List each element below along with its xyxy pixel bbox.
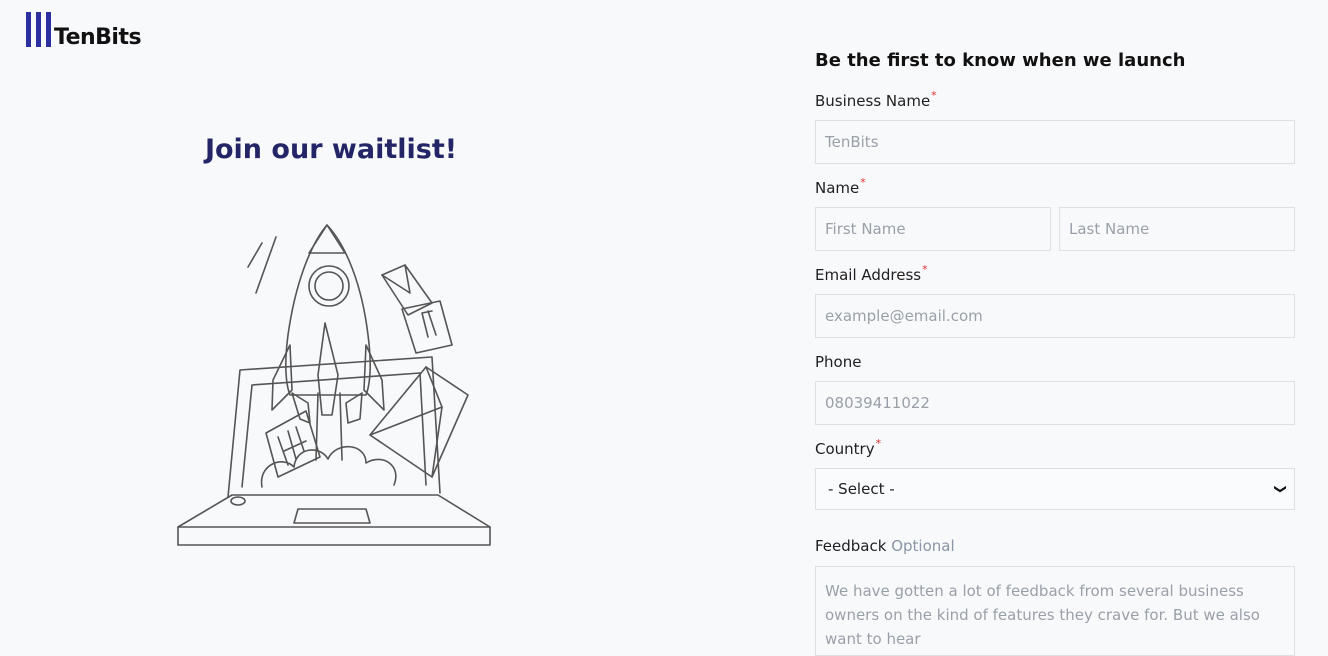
email-input[interactable]: example@email.com bbox=[815, 294, 1295, 338]
required-mark: * bbox=[875, 437, 882, 450]
required-mark: * bbox=[922, 263, 928, 276]
phone-label: Phone bbox=[815, 353, 862, 371]
optional-label: Optional bbox=[891, 537, 955, 555]
required-mark: * bbox=[860, 176, 866, 189]
hero-title: Join our waitlist! bbox=[204, 134, 458, 165]
last-name-input[interactable]: Last Name bbox=[1059, 207, 1295, 251]
feedback-textarea[interactable]: We have gotten a lot of feedback from se… bbox=[815, 566, 1295, 656]
rocket-laptop-illustration bbox=[177, 224, 491, 546]
phone-input[interactable]: 08039411022 bbox=[815, 381, 1295, 425]
name-label: Name* bbox=[815, 176, 866, 197]
country-select[interactable]: - Select - ❯ bbox=[815, 468, 1295, 510]
business-name-label: Business Name* bbox=[815, 89, 937, 110]
chevron-down-icon: ❯ bbox=[1273, 483, 1288, 495]
form-title: Be the first to know when we launch bbox=[815, 50, 1186, 71]
logo-bars-icon bbox=[26, 12, 51, 47]
email-label: Email Address* bbox=[815, 263, 928, 284]
business-name-input[interactable]: TenBits bbox=[815, 120, 1295, 164]
brand-name: TenBits bbox=[54, 25, 142, 50]
waitlist-form: Be the first to know when we launch Busi… bbox=[815, 48, 1295, 656]
country-label: Country* bbox=[815, 437, 882, 458]
first-name-input[interactable]: First Name bbox=[815, 207, 1051, 251]
country-selected-value: - Select - bbox=[828, 480, 895, 498]
brand-logo[interactable]: TenBits bbox=[26, 12, 142, 50]
required-mark: * bbox=[931, 89, 937, 102]
feedback-label: Feedback Optional bbox=[815, 537, 955, 555]
